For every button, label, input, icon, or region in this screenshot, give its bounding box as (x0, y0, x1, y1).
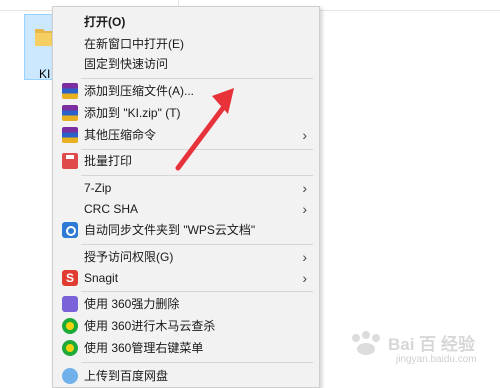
menu-item-add-to-zip[interactable]: 添加到 "KI.zip" (T) (53, 102, 319, 124)
shredder-icon (62, 296, 78, 312)
menu-item-360-trojan-scan[interactable]: 使用 360进行木马云查杀 (53, 315, 319, 337)
menu-item-label: 批量打印 (84, 154, 133, 168)
folder-name: KI (39, 67, 51, 81)
chevron-right-icon: › (302, 270, 307, 286)
chevron-right-icon: › (302, 180, 307, 196)
menu-item-label: 添加到压缩文件(A)... (84, 84, 194, 98)
menu-item-snagit[interactable]: S Snagit › (53, 267, 319, 289)
menu-item-label: 上传到百度网盘 (84, 369, 169, 383)
watermark: Bai 百 经验 jingyan.baidu.com (346, 326, 496, 372)
menu-item-360-manage-menu[interactable]: 使用 360管理右键菜单 (53, 337, 319, 359)
menu-item-label: 在新窗口中打开(E) (84, 37, 184, 51)
menu-item-add-to-archive[interactable]: 添加到压缩文件(A)... (53, 80, 319, 102)
chevron-right-icon: › (302, 127, 307, 143)
menu-item-360-force-delete[interactable]: 使用 360强力删除 (53, 293, 319, 315)
baidu-paw-logo (352, 331, 380, 355)
menu-item-pin-quick-access[interactable]: 固定到快速访问 (53, 53, 319, 75)
context-menu: 打开(O) 在新窗口中打开(E) 固定到快速访问 添加到压缩文件(A)... 添… (52, 6, 320, 388)
winrar-icon (62, 83, 78, 99)
menu-separator (81, 175, 313, 176)
menu-separator (81, 244, 313, 245)
menu-item-label: 打开(O) (84, 15, 126, 29)
menu-separator (81, 291, 313, 292)
menu-item-label: 添加到 "KI.zip" (T) (84, 106, 181, 120)
menu-item-open-new-window[interactable]: 在新窗口中打开(E) (53, 33, 319, 55)
menu-item-wps-sync[interactable]: 自动同步文件夹到 "WPS云文档" (53, 219, 319, 241)
chevron-right-icon: › (302, 201, 307, 217)
menu-item-label: 授予访问权限(G) (84, 250, 174, 264)
baidu-cloud-icon (62, 368, 78, 384)
menu-item-baidu-upload[interactable]: 上传到百度网盘 (53, 365, 319, 387)
menu-item-label: 自动同步文件夹到 "WPS云文档" (84, 223, 256, 237)
printer-icon (62, 153, 78, 169)
menu-item-label: 固定到快速访问 (84, 57, 169, 71)
menu-item-label: 7-Zip (84, 181, 112, 195)
360-icon (62, 318, 78, 334)
chevron-right-icon: › (302, 249, 307, 265)
menu-item-label: 其他压缩命令 (84, 128, 157, 142)
menu-item-label: Snagit (84, 271, 119, 285)
menu-separator (81, 78, 313, 79)
menu-item-label: 使用 360管理右键菜单 (84, 341, 204, 355)
menu-item-grant-access[interactable]: 授予访问权限(G) › (53, 246, 319, 268)
winrar-icon (62, 105, 78, 121)
menu-item-label: 使用 360强力删除 (84, 297, 180, 311)
wps-cloud-icon (62, 222, 78, 238)
watermark-text: Bai 百 经验 (388, 335, 475, 354)
menu-item-label: CRC SHA (84, 202, 139, 216)
360-icon (62, 340, 78, 356)
snagit-icon: S (62, 270, 78, 286)
menu-item-open[interactable]: 打开(O) (53, 11, 319, 33)
menu-separator (81, 362, 313, 363)
menu-item-batch-print[interactable]: 批量打印 (53, 150, 319, 172)
menu-item-label: 使用 360进行木马云查杀 (84, 319, 216, 333)
winrar-icon (62, 127, 78, 143)
menu-item-7zip[interactable]: 7-Zip › (53, 177, 319, 199)
watermark-url: jingyan.baidu.com (396, 354, 477, 365)
menu-item-crc-sha[interactable]: CRC SHA › (53, 198, 319, 220)
menu-item-other-compress[interactable]: 其他压缩命令 › (53, 124, 319, 146)
